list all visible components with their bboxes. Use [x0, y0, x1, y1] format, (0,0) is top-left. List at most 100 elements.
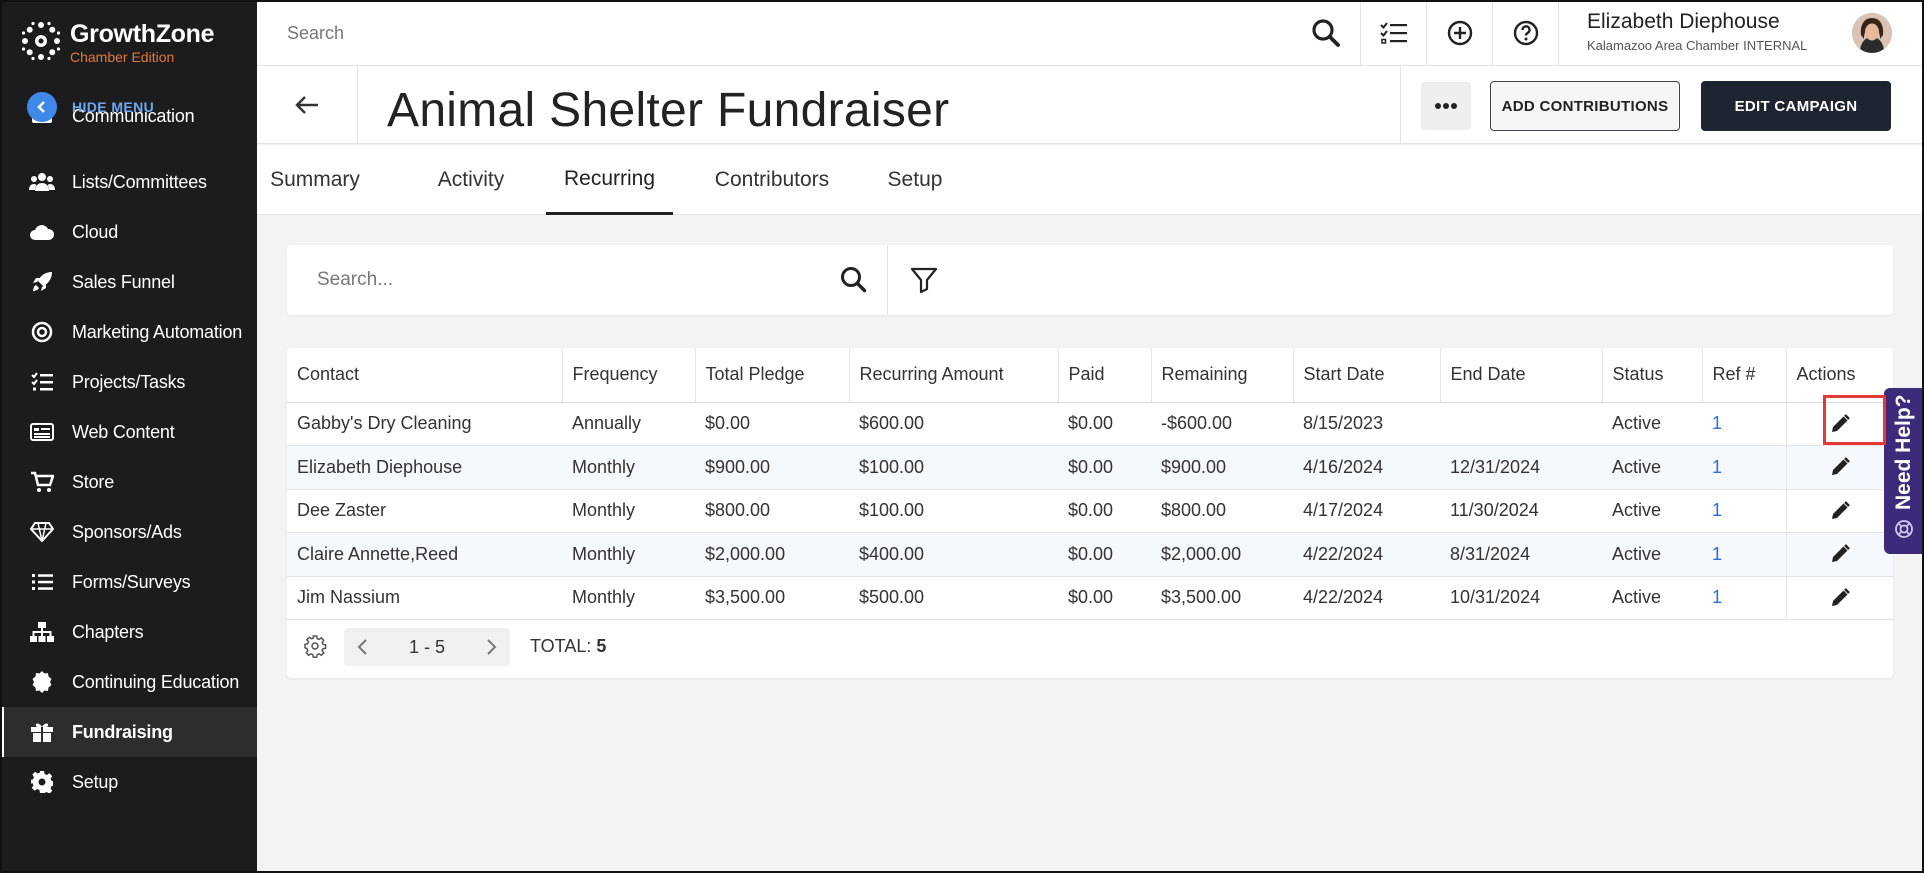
- page-title: Animal Shelter Fundraiser: [387, 84, 950, 137]
- sidebar-item-label: Marketing Automation: [72, 321, 243, 342]
- end-date-cell: [1440, 402, 1602, 446]
- edit-pencil-icon[interactable]: [1829, 587, 1851, 609]
- paid-cell: $0.00: [1058, 402, 1151, 446]
- ref-cell[interactable]: 1: [1702, 489, 1786, 533]
- column-header[interactable]: Total Pledge: [694, 348, 849, 403]
- table-row[interactable]: Elizabeth Diephouse Monthly $900.00 $100.00…: [287, 445, 1893, 490]
- search-icon[interactable]: [839, 265, 869, 295]
- actions-cell: [1785, 532, 1893, 577]
- contact-cell: Gabby's Dry Cleaning: [287, 402, 562, 446]
- top-bar: Search Elizabeth Diephouse Kalamazoo Are…: [257, 0, 1924, 66]
- end-date-cell: 11/30/2024: [1440, 489, 1602, 533]
- recurring-amount-cell: $100.00: [849, 445, 1058, 490]
- edit-campaign-button[interactable]: EDIT CAMPAIGN: [1701, 81, 1891, 131]
- cart-icon: [28, 468, 56, 496]
- column-header[interactable]: Ref #: [1701, 348, 1786, 403]
- next-page-button[interactable]: [472, 628, 510, 666]
- sidebar-item-label: Web Content: [72, 421, 175, 442]
- table-row[interactable]: Dee Zaster Monthly $800.00 $100.00 $0.00 $800…: [287, 489, 1893, 533]
- end-date-cell: 8/31/2024: [1440, 532, 1602, 577]
- edit-pencil-icon[interactable]: [1829, 413, 1851, 435]
- campaign-tabs: Summary Activity Recurring Contributors …: [257, 145, 1924, 215]
- edit-pencil-icon[interactable]: [1829, 456, 1851, 478]
- sidebar-item-lists-committees[interactable]: Lists/Committees: [0, 157, 257, 207]
- column-header: Actions: [1785, 348, 1893, 403]
- search-icon[interactable]: [1311, 18, 1341, 48]
- need-help-tab[interactable]: Need Help?: [1884, 388, 1924, 554]
- tab-recurring[interactable]: Recurring: [546, 145, 673, 215]
- ref-cell[interactable]: 1: [1702, 532, 1786, 577]
- remaining-cell: $800.00: [1151, 489, 1293, 533]
- previous-page-button[interactable]: [344, 628, 382, 666]
- table-row[interactable]: Jim Nassium Monthly $3,500.00 $500.00 $0.00 $…: [287, 576, 1893, 620]
- tab-activity[interactable]: Activity: [423, 145, 519, 215]
- recurring-amount-cell: $400.00: [849, 532, 1058, 577]
- sidebar-item-continuing-education[interactable]: Continuing Education: [0, 657, 257, 707]
- paid-cell: $0.00: [1058, 445, 1151, 490]
- page-header: Animal Shelter Fundraiser ADD CONTRIBUTI…: [257, 66, 1924, 144]
- start-date-cell: 4/22/2024: [1293, 576, 1440, 620]
- frequency-cell: Annually: [562, 402, 695, 446]
- tasks-checklist-button[interactable]: [1360, 0, 1426, 66]
- sidebar-item-store[interactable]: Store: [0, 457, 257, 507]
- start-date-cell: 4/16/2024: [1293, 445, 1440, 490]
- sidebar-item-setup[interactable]: Setup: [0, 757, 257, 807]
- avatar[interactable]: [1852, 13, 1892, 53]
- frequency-cell: Monthly: [562, 576, 695, 620]
- column-header[interactable]: Status: [1601, 348, 1702, 403]
- back-button[interactable]: [257, 66, 358, 144]
- sidebar-item-label: Cloud: [72, 221, 119, 242]
- tab-setup[interactable]: Setup: [874, 145, 956, 215]
- ref-cell[interactable]: 1: [1702, 576, 1786, 620]
- sidebar-item-marketing-automation[interactable]: Marketing Automation: [0, 307, 257, 357]
- sidebar-item-web-content[interactable]: Web Content: [0, 407, 257, 457]
- column-header[interactable]: Paid: [1057, 348, 1151, 403]
- sidebar-item-cloud[interactable]: Cloud: [0, 207, 257, 257]
- checklist-icon: [1379, 22, 1407, 44]
- sidebar-item-sponsors-ads[interactable]: Sponsors/Ads: [0, 507, 257, 557]
- gear-icon[interactable]: [303, 634, 327, 658]
- table-row[interactable]: Claire Annette,Reed Monthly $2,000.00 $400.…: [287, 532, 1893, 577]
- target-icon: [28, 318, 56, 346]
- frequency-cell: Monthly: [562, 445, 695, 490]
- ref-cell[interactable]: 1: [1702, 402, 1786, 446]
- header-divider: [1400, 66, 1401, 144]
- sidebar-item-fundraising[interactable]: Fundraising: [0, 707, 257, 757]
- sidebar-item-chapters[interactable]: Chapters: [0, 607, 257, 657]
- more-options-button[interactable]: [1421, 82, 1471, 130]
- recurring-amount-cell: $600.00: [849, 402, 1058, 446]
- sidebar-item-forms-surveys[interactable]: Forms/Surveys: [0, 557, 257, 607]
- column-header[interactable]: Remaining: [1150, 348, 1293, 403]
- edit-pencil-icon[interactable]: [1829, 500, 1851, 522]
- gear-icon: [28, 768, 56, 796]
- sidebar-item-sales-funnel[interactable]: Sales Funnel: [0, 257, 257, 307]
- tab-summary[interactable]: Summary: [257, 145, 373, 215]
- brand[interactable]: GrowthZone Chamber Edition: [20, 20, 215, 65]
- filter-icon[interactable]: [909, 265, 939, 295]
- hide-menu-button[interactable]: HIDE MENU: [27, 92, 154, 122]
- sidebar: GrowthZone Chamber Edition Communication…: [0, 0, 257, 873]
- table-search-input[interactable]: Search...: [317, 269, 393, 291]
- brand-name: GrowthZone: [70, 20, 215, 48]
- users-icon: [28, 168, 56, 196]
- column-header[interactable]: Frequency: [561, 348, 695, 403]
- help-button[interactable]: [1492, 0, 1558, 66]
- ref-cell[interactable]: 1: [1702, 445, 1786, 490]
- tab-contributors[interactable]: Contributors: [698, 145, 846, 215]
- user-org: Kalamazoo Area Chamber INTERNAL: [1587, 38, 1808, 53]
- column-header[interactable]: Start Date: [1292, 348, 1440, 403]
- contact-cell: Dee Zaster: [287, 489, 562, 533]
- column-header[interactable]: End Date: [1439, 348, 1602, 403]
- user-menu[interactable]: Elizabeth Diephouse Kalamazoo Area Chamb…: [1587, 10, 1807, 53]
- edit-pencil-icon[interactable]: [1829, 543, 1851, 565]
- add-contributions-button[interactable]: ADD CONTRIBUTIONS: [1490, 81, 1680, 131]
- total-pledge-cell: $0.00: [695, 402, 849, 446]
- global-search-input[interactable]: Search: [287, 23, 344, 44]
- status-cell: Active: [1602, 402, 1702, 446]
- add-new-button[interactable]: [1426, 0, 1492, 66]
- column-header[interactable]: Recurring Amount: [848, 348, 1058, 403]
- sidebar-item-projects-tasks[interactable]: Projects/Tasks: [0, 357, 257, 407]
- remaining-cell: $2,000.00: [1151, 532, 1293, 577]
- table-row[interactable]: Gabby's Dry Cleaning Annually $0.00 $600.00…: [287, 402, 1893, 446]
- column-header[interactable]: Contact: [287, 348, 562, 403]
